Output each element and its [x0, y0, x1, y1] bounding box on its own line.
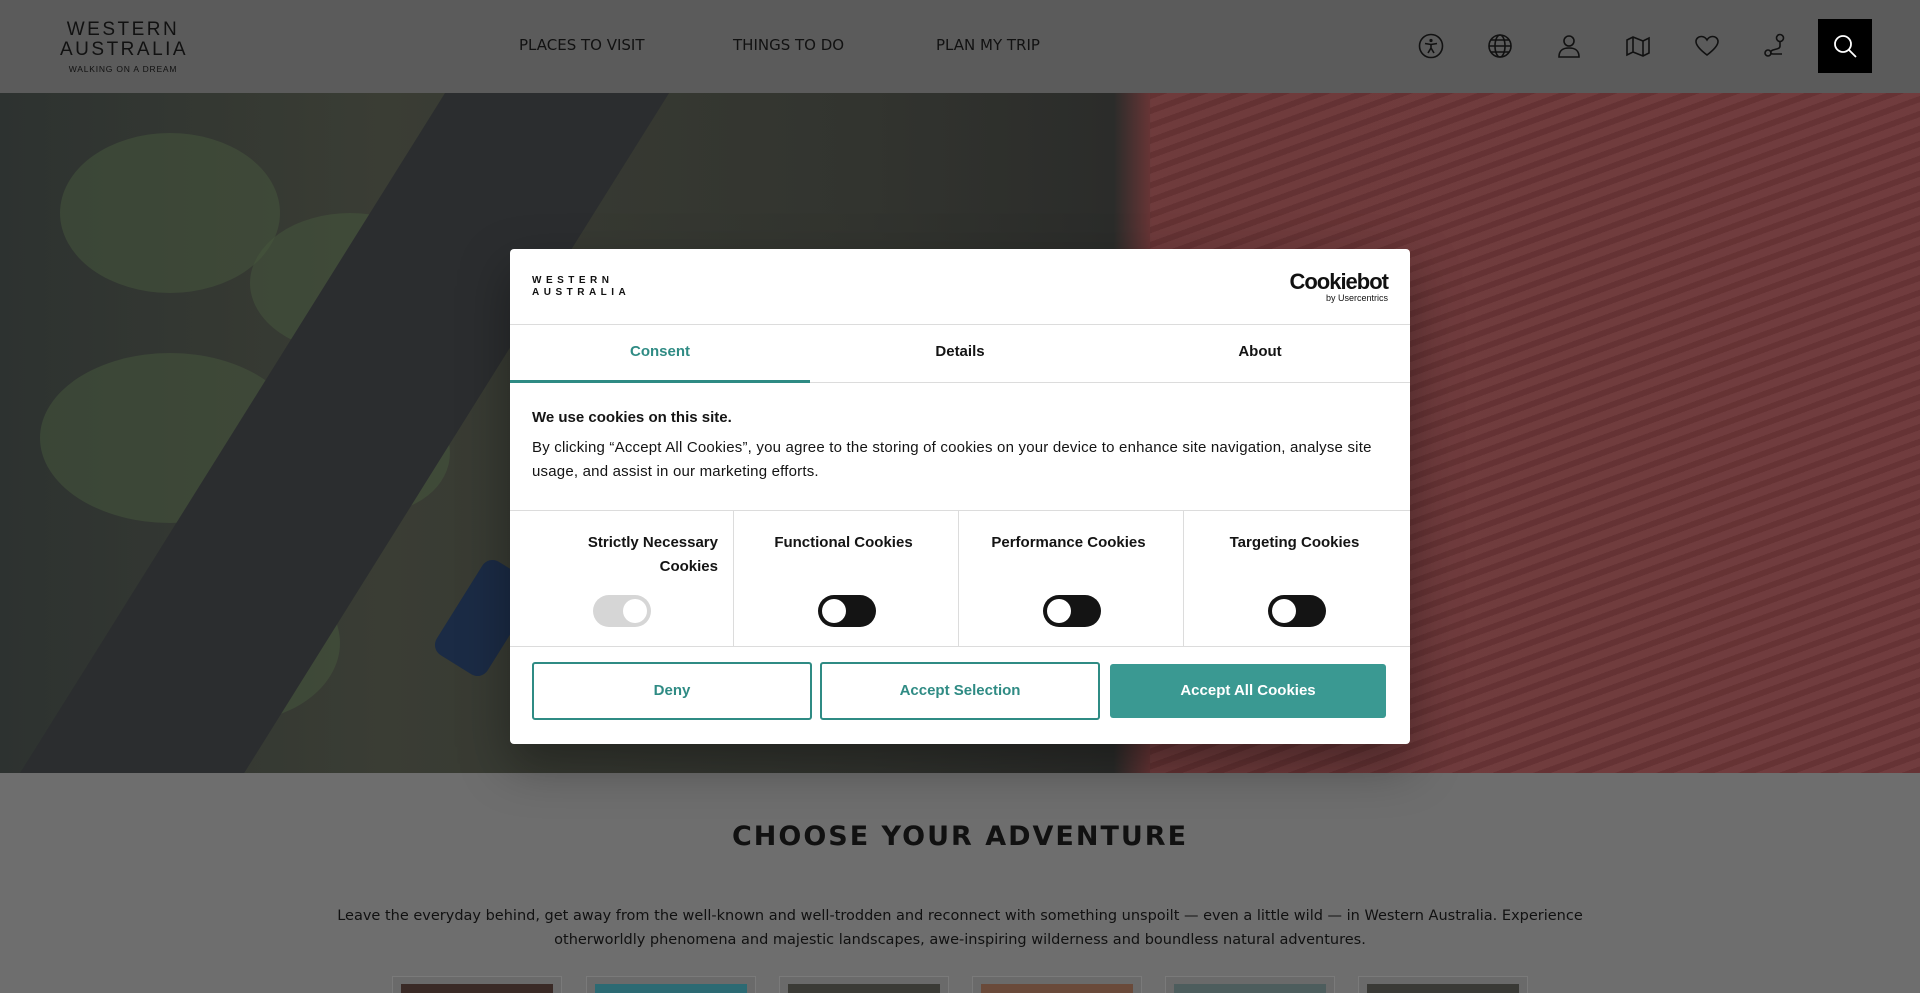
deny-button[interactable]: Deny: [532, 662, 812, 720]
category-label: Performance Cookies: [991, 534, 1146, 551]
adventure-card[interactable]: [779, 976, 949, 993]
adventure-card[interactable]: [1165, 976, 1335, 993]
adventure-card[interactable]: [392, 976, 562, 993]
section-description: Leave the everyday behind, get away from…: [337, 908, 1583, 948]
tab-consent[interactable]: Consent: [510, 325, 810, 383]
cookie-consent-dialog: WESTERN AUSTRALIA Cookiebot by Usercentr…: [510, 249, 1410, 744]
functional-toggle[interactable]: [818, 595, 876, 627]
dialog-logo: WESTERN AUSTRALIA: [532, 275, 662, 299]
adventure-section: CHOOSE YOUR ADVENTURE Leave the everyday…: [0, 773, 1920, 993]
logo-line-2: AUSTRALIA: [60, 39, 189, 60]
logo-tagline: WALKING ON A DREAM: [68, 64, 178, 74]
nav-plan-my-trip[interactable]: PLAN MY TRIP: [936, 36, 1040, 54]
category-targeting: Targeting Cookies: [1184, 511, 1410, 647]
accessibility-icon[interactable]: [1417, 32, 1445, 60]
search-button[interactable]: [1818, 19, 1872, 73]
category-label: Strictly Necessary Cookies: [587, 534, 718, 575]
category-functional: Functional Cookies: [734, 511, 959, 647]
globe-icon[interactable]: [1486, 32, 1514, 60]
dialog-text: By clicking “Accept All Cookies”, you ag…: [532, 439, 1372, 480]
site-logo[interactable]: WESTERN AUSTRALIA WALKING ON A DREAM: [60, 19, 189, 75]
category-label: Functional Cookies: [774, 534, 913, 551]
section-title: CHOOSE YOUR ADVENTURE: [731, 821, 1189, 852]
category-performance: Performance Cookies: [959, 511, 1184, 647]
accept-all-button[interactable]: Accept All Cookies: [1110, 664, 1386, 718]
cookiebot-name: Cookiebot: [1289, 269, 1389, 294]
category-strictly-necessary: Strictly Necessary Cookies: [510, 511, 734, 647]
targeting-toggle[interactable]: [1268, 595, 1326, 627]
adventure-card[interactable]: [586, 976, 756, 993]
adventure-card[interactable]: [972, 976, 1142, 993]
strictly-necessary-toggle: [593, 595, 651, 627]
performance-toggle[interactable]: [1043, 595, 1101, 627]
site-header: WESTERN AUSTRALIA WALKING ON A DREAM PLA…: [0, 0, 1920, 93]
cookiebot-logo[interactable]: Cookiebot by Usercentrics: [1289, 269, 1389, 304]
logo-line-1: WESTERN: [66, 19, 180, 40]
cookie-categories: Strictly Necessary Cookies Functional Co…: [510, 510, 1410, 647]
nav-things-to-do[interactable]: THINGS TO DO: [733, 36, 844, 54]
cookiebot-by: by Usercentrics: [1325, 293, 1388, 303]
dialog-header: WESTERN AUSTRALIA Cookiebot by Usercentr…: [510, 249, 1410, 325]
tab-about[interactable]: About: [1110, 325, 1410, 383]
category-label: Targeting Cookies: [1229, 534, 1360, 551]
map-icon[interactable]: [1624, 32, 1652, 60]
search-icon: [1834, 35, 1857, 58]
dialog-logo-line-1: WESTERN: [532, 275, 614, 286]
tab-details[interactable]: Details: [810, 325, 1110, 383]
dialog-logo-line-2: AUSTRALIA: [532, 287, 631, 298]
dialog-title: We use cookies on this site.: [532, 409, 732, 426]
dialog-tabs: Consent Details About: [510, 325, 1410, 383]
nav-places-to-visit[interactable]: PLACES TO VISIT: [519, 36, 645, 54]
user-icon[interactable]: [1555, 32, 1583, 60]
adventure-card[interactable]: [1358, 976, 1528, 993]
accept-selection-button[interactable]: Accept Selection: [820, 662, 1100, 720]
trip-planner-icon[interactable]: [1762, 32, 1790, 60]
heart-icon[interactable]: [1693, 32, 1721, 60]
